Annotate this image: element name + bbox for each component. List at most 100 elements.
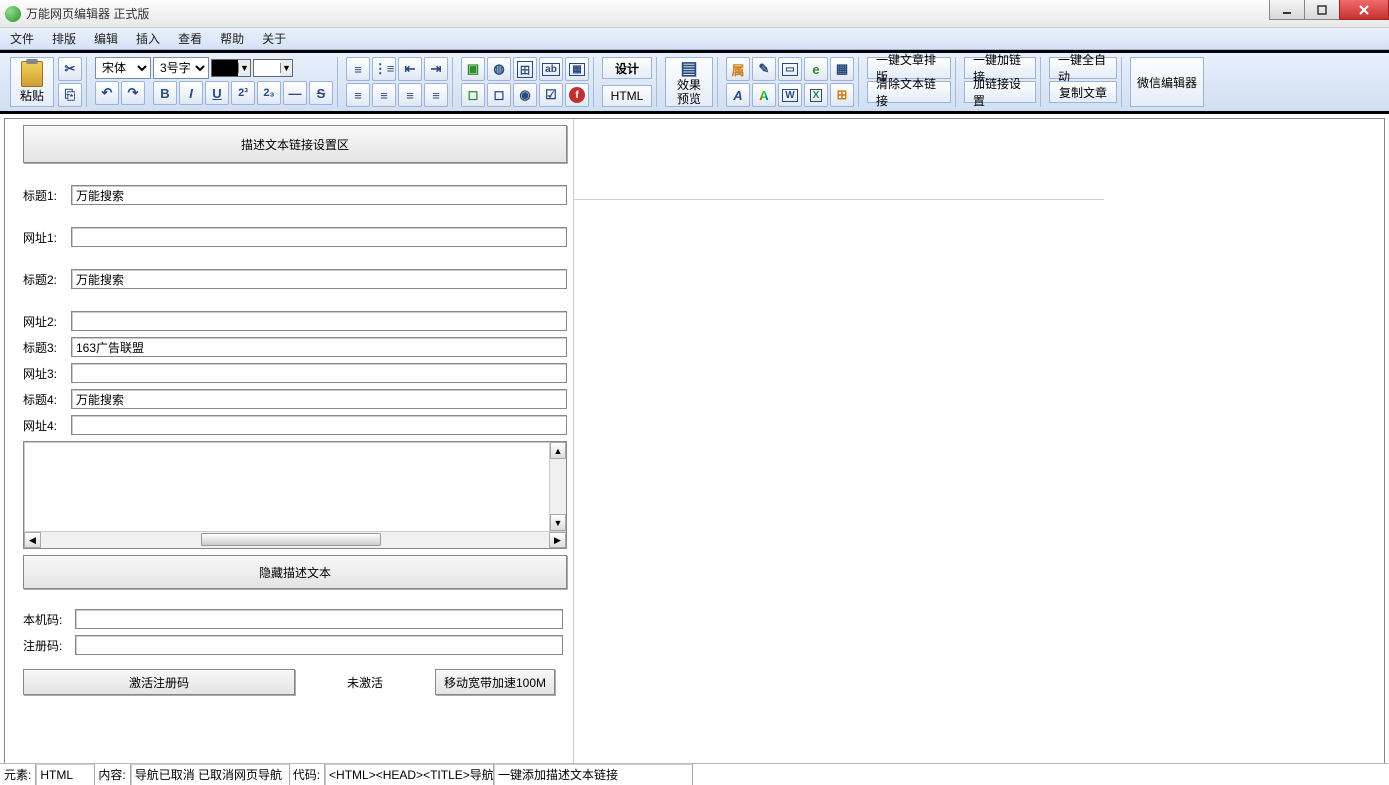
design-button[interactable]: 设计 [602,57,652,79]
wechat-editor-button[interactable]: 微信编辑器 [1130,57,1204,107]
clear-link-button[interactable]: 清除文本链接 [867,81,951,103]
box1-button[interactable]: ◻ [461,83,485,107]
status-element: HTML [35,764,95,785]
menu-layout[interactable]: 排版 [52,30,76,47]
apps-icon: ⊞ [837,87,848,103]
cut-button[interactable]: ✂ [58,57,82,81]
green-box-icon: ◻ [468,87,479,103]
input-url4[interactable] [71,415,567,435]
vertical-scrollbar[interactable]: ▲ ▼ [549,442,566,531]
input-machine-code[interactable] [75,609,563,629]
copy-button[interactable]: ⎘ [58,83,82,107]
apps-button[interactable]: ⊞ [830,83,854,107]
checkbox-button[interactable]: ☑ [539,83,563,107]
strike-button[interactable]: S [309,81,333,105]
maximize-button[interactable] [1304,0,1340,20]
hr-button[interactable]: — [283,81,307,105]
minimize-button[interactable] [1269,0,1305,20]
html-button[interactable]: HTML [602,85,652,107]
indent-icon: ⇥ [431,61,442,77]
bg-color-picker[interactable]: ▼ [253,59,293,77]
outdent-button[interactable]: ⇤ [398,57,422,81]
scroll-up-icon[interactable]: ▲ [550,442,566,459]
excel-button[interactable]: X [804,83,828,107]
ul-button[interactable]: ⋮≡ [372,57,396,81]
font-family-select[interactable]: 宋体 [95,57,151,79]
menu-insert[interactable]: 插入 [136,30,160,47]
description-textarea[interactable]: ▲ ▼ ◀ ▶ [23,441,567,549]
content-area: 描述文本链接设置区 标题1: 网址1: 标题2: 网址2: 标题3: 网址3: … [4,118,1385,771]
card-button[interactable]: ▭ [778,57,802,81]
menu-about[interactable]: 关于 [262,30,286,47]
one-key-auto-button[interactable]: 一键全自动 [1049,57,1117,79]
word-button[interactable]: W [778,83,802,107]
link-setting-button[interactable]: 加链接设置 [964,81,1036,103]
bold-button[interactable]: B [153,81,177,105]
undo-button[interactable]: ↶ [95,81,119,105]
form-button[interactable]: ab [539,57,563,81]
view-group: 设计 HTML [598,57,657,107]
broadband-button[interactable]: 移动宽带加速100M [435,669,555,695]
redo-button[interactable]: ↷ [121,81,145,105]
redo-icon: ↷ [128,85,139,101]
input-title2[interactable] [71,269,567,289]
input-url3[interactable] [71,363,567,383]
ul-icon: ⋮≡ [374,61,395,77]
scroll-left-icon[interactable]: ◀ [24,532,41,548]
text-color-picker[interactable]: ▼ [211,59,251,77]
activate-button[interactable]: 激活注册码 [23,669,295,695]
app-icon [5,6,21,22]
superscript-button[interactable]: 2³ [231,81,255,105]
a-color-icon: A [759,88,768,103]
input-url1[interactable] [71,227,567,247]
table-button[interactable]: 田 [513,57,537,81]
a1-button[interactable]: A [726,83,750,107]
image-button[interactable]: ▣ [461,57,485,81]
preview-button[interactable]: ▤ 效果 预览 [665,57,713,107]
copy-article-button[interactable]: 复制文章 [1049,81,1117,103]
menu-edit[interactable]: 编辑 [94,30,118,47]
input-url2[interactable] [71,311,567,331]
scroll-thumb[interactable] [201,533,381,546]
input-reg-code[interactable] [75,635,563,655]
indent-button[interactable]: ⇥ [424,57,448,81]
underline-button[interactable]: U [205,81,229,105]
checkbox-icon: ☑ [545,87,557,103]
font-size-select[interactable]: 3号字 [153,57,209,79]
date-button[interactable]: ▦ [565,57,589,81]
align-justify-button[interactable]: ≡ [424,83,448,107]
flash-button[interactable]: f [565,83,589,107]
ie-button[interactable]: e [804,57,828,81]
toolbar: 粘贴 ✂ ⎘ 宋体 3号字 ▼ ▼ ↶ ↷ B I U 2³ 2₃ — S ≡ [0,50,1389,114]
subscript-button[interactable]: 2₃ [257,81,281,105]
menu-help[interactable]: 帮助 [220,30,244,47]
paste-button[interactable]: 粘贴 [10,57,54,107]
attr-button[interactable]: 属 [726,57,750,81]
scroll-track[interactable] [41,532,549,548]
menu-view[interactable]: 查看 [178,30,202,47]
status-action: 一键添加描述文本链接 [493,764,693,785]
align-center-button[interactable]: ≡ [372,83,396,107]
grid-button[interactable]: ▦ [830,57,854,81]
horizontal-scrollbar[interactable]: ◀ ▶ [24,531,566,548]
close-button[interactable] [1339,0,1389,20]
scroll-down-icon[interactable]: ▼ [550,514,566,531]
input-title3[interactable] [71,337,567,357]
ol-button[interactable]: ≡ [346,57,370,81]
link-button[interactable]: ◍ [487,57,511,81]
menu-file[interactable]: 文件 [10,30,34,47]
a2-button[interactable]: A [752,83,776,107]
hide-description-button[interactable]: 隐藏描述文本 [23,555,567,589]
align-left-button[interactable]: ≡ [346,83,370,107]
input-title4[interactable] [71,389,567,409]
row-reg-code: 注册码: [23,635,567,655]
eyedropper-button[interactable]: ✎ [752,57,776,81]
align-right-button[interactable]: ≡ [398,83,422,107]
a-blue-icon: A [733,88,742,103]
input-title1[interactable] [71,185,567,205]
box2-button[interactable]: ◻ [487,83,511,107]
scroll-right-icon[interactable]: ▶ [549,532,566,548]
italic-button[interactable]: I [179,81,203,105]
radio-button[interactable]: ◉ [513,83,537,107]
hr-icon: — [289,86,302,101]
